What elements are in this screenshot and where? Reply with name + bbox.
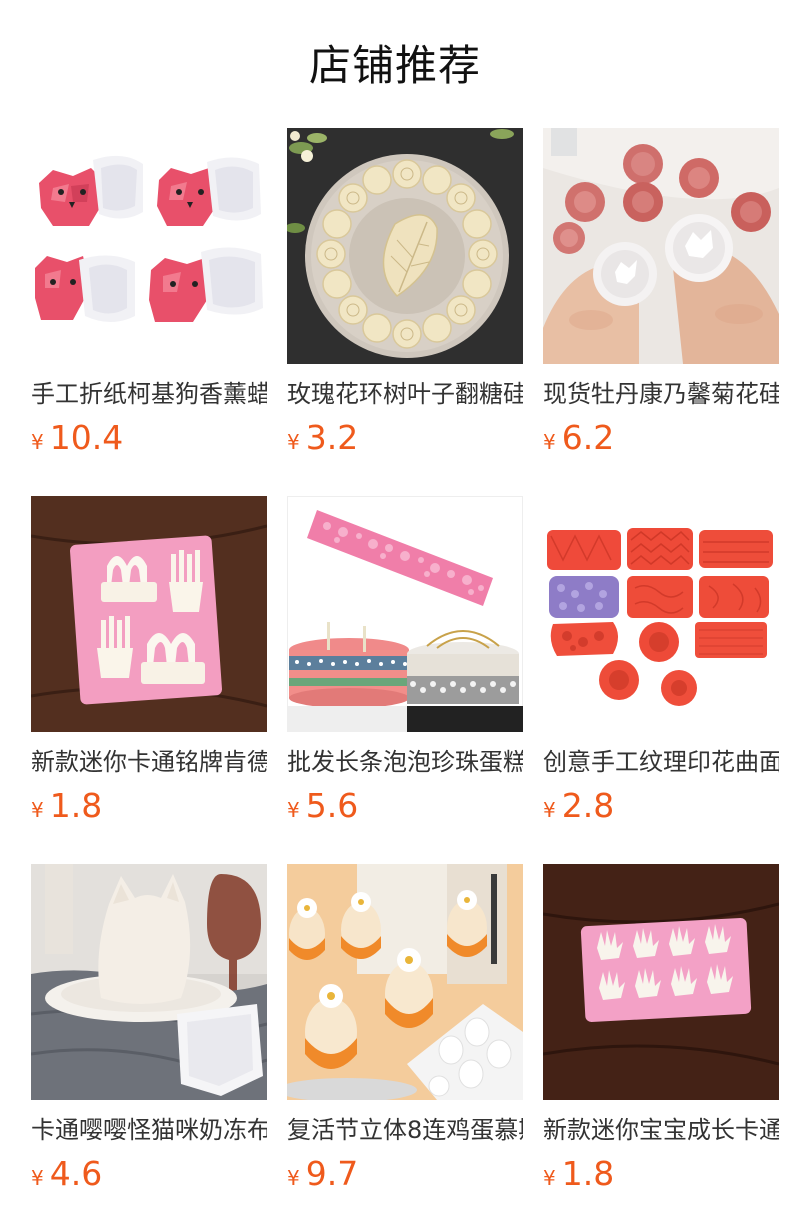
product-name[interactable]: 批发长条泡泡珍珠蛋糕围边模具 — [287, 746, 523, 778]
price-value: 6.2 — [561, 418, 615, 457]
price-value: 4.6 — [49, 1154, 103, 1193]
product-card[interactable]: 现货牡丹康乃馨菊花硅胶模具 ¥6.2 — [543, 128, 779, 474]
currency-symbol: ¥ — [287, 430, 300, 454]
product-image[interactable] — [543, 864, 779, 1100]
product-card[interactable]: 批发长条泡泡珍珠蛋糕围边模具 ¥5.6 — [287, 496, 523, 842]
currency-symbol: ¥ — [543, 798, 556, 822]
product-name[interactable]: 新款迷你卡通铭牌肯德基薯条模具 — [31, 746, 267, 778]
currency-symbol: ¥ — [543, 430, 556, 454]
price-value: 1.8 — [561, 1154, 615, 1193]
currency-symbol: ¥ — [287, 1166, 300, 1190]
product-price: ¥9.7 — [287, 1154, 523, 1194]
product-price: ¥10.4 — [31, 418, 267, 458]
price-value: 9.7 — [305, 1154, 359, 1193]
product-card[interactable]: 卡通嘤嘤怪猫咪奶冻布丁模具 ¥4.6 — [31, 864, 267, 1210]
product-price: ¥3.2 — [287, 418, 523, 458]
product-image[interactable] — [31, 864, 267, 1100]
currency-symbol: ¥ — [287, 798, 300, 822]
product-price: ¥6.2 — [543, 418, 779, 458]
product-name[interactable]: 创意手工纹理印花曲面模具 — [543, 746, 779, 778]
product-card[interactable]: 创意手工纹理印花曲面模具 ¥2.8 — [543, 496, 779, 842]
product-card[interactable]: 复活节立体8连鸡蛋慕斯模具 ¥9.7 — [287, 864, 523, 1210]
price-value: 1.8 — [49, 786, 103, 825]
product-image[interactable] — [31, 496, 267, 732]
product-name[interactable]: 玫瑰花环树叶子翻糖硅胶模具 — [287, 378, 523, 410]
section-title: 店铺推荐 — [308, 41, 481, 90]
currency-symbol: ¥ — [31, 430, 44, 454]
product-price: ¥2.8 — [543, 786, 779, 826]
product-card[interactable]: 新款迷你卡通铭牌肯德基薯条模具 ¥1.8 — [31, 496, 267, 842]
product-name[interactable]: 现货牡丹康乃馨菊花硅胶模具 — [543, 378, 779, 410]
price-value: 2.8 — [561, 786, 615, 825]
product-name[interactable]: 手工折纸柯基狗香薰蜡烛硅胶模具 — [31, 378, 267, 410]
currency-symbol: ¥ — [543, 1166, 556, 1190]
product-price: ¥1.8 — [543, 1154, 779, 1194]
product-image[interactable] — [287, 128, 523, 364]
product-image[interactable] — [543, 128, 779, 364]
price-value: 3.2 — [305, 418, 359, 457]
product-card[interactable]: 玫瑰花环树叶子翻糖硅胶模具 ¥3.2 — [287, 128, 523, 474]
price-value: 5.6 — [305, 786, 359, 825]
product-name[interactable]: 新款迷你宝宝成长卡通小手模具 — [543, 1114, 779, 1146]
product-price: ¥4.6 — [31, 1154, 267, 1194]
product-name[interactable]: 复活节立体8连鸡蛋慕斯模具 — [287, 1114, 523, 1146]
price-value: 10.4 — [49, 418, 124, 457]
product-grid: 手工折纸柯基狗香薰蜡烛硅胶模具 ¥10.4 — [31, 128, 790, 1210]
product-name[interactable]: 卡通嘤嘤怪猫咪奶冻布丁模具 — [31, 1114, 267, 1146]
product-image[interactable] — [543, 496, 779, 732]
product-price: ¥1.8 — [31, 786, 267, 826]
product-image[interactable] — [287, 864, 523, 1100]
product-image[interactable] — [31, 128, 267, 364]
currency-symbol: ¥ — [31, 1166, 44, 1190]
product-card[interactable]: 新款迷你宝宝成长卡通小手模具 ¥1.8 — [543, 864, 779, 1210]
product-card[interactable]: 手工折纸柯基狗香薰蜡烛硅胶模具 ¥10.4 — [31, 128, 267, 474]
product-image[interactable] — [287, 496, 523, 732]
product-price: ¥5.6 — [287, 786, 523, 826]
currency-symbol: ¥ — [31, 798, 44, 822]
